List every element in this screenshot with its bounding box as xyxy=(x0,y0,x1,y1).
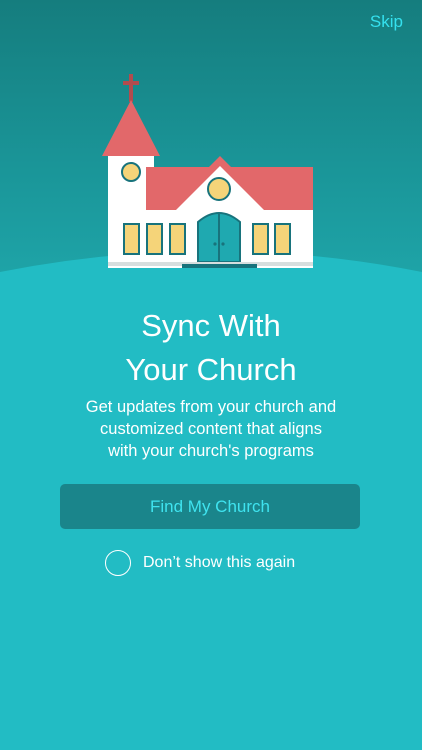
description: Get updates from your church and customi… xyxy=(20,396,402,462)
dont-show-again-option[interactable]: Don’t show this again xyxy=(105,548,295,578)
page-title: Sync With Your Church xyxy=(0,304,422,392)
find-my-church-button[interactable]: Find My Church xyxy=(60,484,360,529)
description-line: customized content that aligns xyxy=(100,420,322,438)
description-line: with your church's programs xyxy=(108,442,314,460)
title-line: Your Church xyxy=(125,352,297,387)
cross-icon xyxy=(123,74,139,102)
title-line: Sync With xyxy=(141,308,281,343)
dont-show-again-checkbox[interactable] xyxy=(105,550,131,576)
skip-button[interactable]: Skip xyxy=(370,12,403,32)
intro-screen: Skip Sync With Your Church Get updates f… xyxy=(0,0,422,750)
description-line: Get updates from your church and xyxy=(85,398,337,416)
dont-show-again-label: Don’t show this again xyxy=(143,554,296,571)
church-icon xyxy=(102,74,313,268)
